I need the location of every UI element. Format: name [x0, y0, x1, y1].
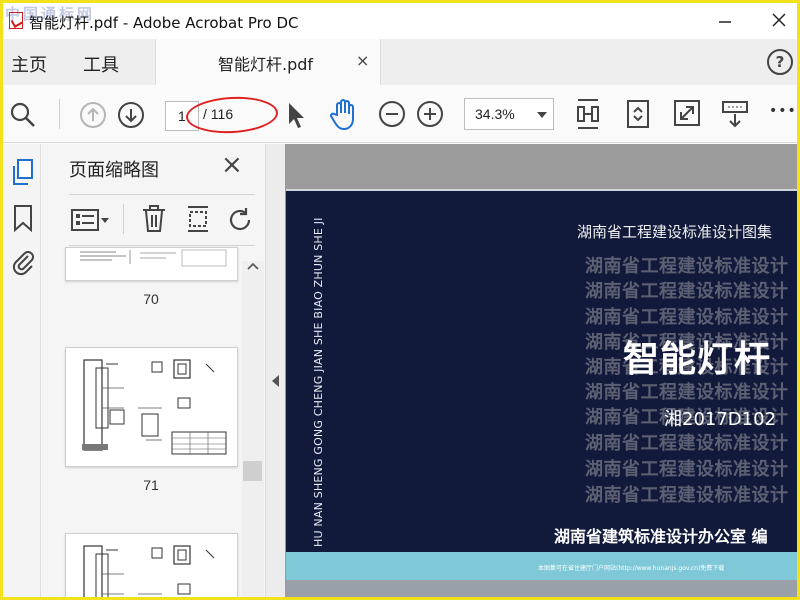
full-screen-icon[interactable]: [673, 99, 701, 127]
toolbar: 1 / 116 34.3% •••: [3, 85, 797, 143]
tab-tools[interactable]: 工具: [83, 51, 119, 77]
attachment-icon[interactable]: [11, 248, 35, 276]
page-thumbnails-icon[interactable]: [10, 158, 36, 188]
red-highlight-annotation: [185, 94, 279, 136]
tab-document[interactable]: 智能灯杆.pdf ×: [155, 39, 381, 85]
navigation-rail: [3, 144, 41, 597]
hand-tool-icon[interactable]: [329, 97, 359, 131]
cover-publisher: 湖南省建筑标准设计办公室 编: [554, 527, 768, 546]
read-mode-icon[interactable]: [720, 99, 750, 129]
panel-toolbar-divider: [123, 204, 124, 234]
close-icon[interactable]: [770, 11, 788, 29]
cover-main-title: 智能灯杆: [623, 339, 772, 380]
cover-background-text: 湖南省工程建设标准设计: [585, 433, 789, 454]
document-tab-close-icon[interactable]: ×: [356, 51, 369, 70]
panel-divider: [69, 194, 255, 195]
panel-collapse-handle[interactable]: [266, 144, 285, 597]
zoom-out-icon[interactable]: [378, 100, 406, 128]
thumbnail-panel: 页面缩略图 × 70 71: [41, 144, 266, 597]
thumbnail-options-icon[interactable]: [71, 208, 111, 232]
fit-width-icon[interactable]: [575, 97, 601, 131]
trash-icon[interactable]: [141, 204, 167, 234]
zoom-in-icon[interactable]: [416, 100, 444, 128]
app-window: 中国通标网 智能灯杆.pdf - Adobe Acrobat Pro DC 主页…: [0, 0, 800, 600]
thumbnail-page-70[interactable]: [65, 247, 238, 281]
next-page-icon[interactable]: [117, 101, 145, 129]
select-cursor-icon[interactable]: [285, 100, 307, 130]
cover-vertical-pinyin: HU NAN SHENG GONG CHENG JIAN SHE BIAO ZH…: [312, 217, 325, 547]
cover-footer-text: 本图集可在省住建厅门户网站(http://www.hunanjs.gov.cn)…: [538, 565, 725, 572]
panel-divider-bottom: [69, 245, 255, 246]
cover-code: 湘2017D102: [664, 409, 777, 430]
title-bar: 中国通标网 智能灯杆.pdf - Adobe Acrobat Pro DC: [3, 3, 797, 39]
zoom-select[interactable]: 34.3%: [464, 98, 554, 130]
help-icon[interactable]: ?: [767, 49, 793, 75]
cover-background-text: 湖南省工程建设标准设计: [585, 485, 789, 506]
scroll-up-icon[interactable]: [247, 261, 259, 271]
thumbnail-drawing: [83, 545, 215, 597]
cover-series-title: 湖南省工程建设标准设计图集: [577, 223, 773, 241]
document-tab-label: 智能灯杆.pdf: [218, 55, 314, 74]
cover-bottom-band: [286, 580, 797, 597]
cover-background-text: 湖南省工程建设标准设计: [585, 281, 789, 302]
thumbnail-page-71[interactable]: [65, 347, 238, 467]
collapse-arrow-icon[interactable]: [272, 375, 279, 387]
rotate-page-icon[interactable]: [624, 98, 652, 130]
bookmark-icon[interactable]: [12, 204, 34, 232]
chevron-down-icon: [537, 112, 547, 118]
more-tools-icon[interactable]: •••: [769, 103, 797, 119]
zoom-value: 34.3%: [475, 106, 515, 122]
window-title: 智能灯杆.pdf - Adobe Acrobat Pro DC: [29, 14, 299, 32]
scrollbar-thumb[interactable]: [243, 461, 262, 481]
tab-home[interactable]: 主页: [11, 51, 47, 77]
thumbnail-page-72[interactable]: [65, 533, 238, 597]
thumbnail-label-71: 71: [143, 477, 159, 493]
panel-title: 页面缩略图: [69, 160, 159, 181]
cover-background-text: 湖南省工程建设标准设计: [585, 459, 789, 480]
previous-page-icon[interactable]: [79, 101, 107, 129]
search-icon[interactable]: [9, 101, 37, 129]
panel-toolbar: [69, 202, 255, 238]
rotate-icon[interactable]: [227, 206, 255, 234]
thumbnail-drawing: [82, 359, 227, 455]
thumbnail-scrollbar[interactable]: [242, 261, 264, 597]
insert-page-icon[interactable]: [185, 204, 211, 234]
panel-close-icon[interactable]: ×: [221, 152, 243, 178]
thumbnail-drawing: [80, 249, 227, 267]
toolbar-divider: [59, 99, 60, 129]
tab-bar: 主页 工具 智能灯杆.pdf × ?: [3, 39, 797, 85]
minimize-icon[interactable]: [716, 11, 734, 29]
cover-background-text: 湖南省工程建设标准设计: [585, 307, 789, 328]
cover-background-text: 湖南省工程建设标准设计: [585, 256, 789, 277]
thumbnail-label-70: 70: [143, 291, 159, 307]
